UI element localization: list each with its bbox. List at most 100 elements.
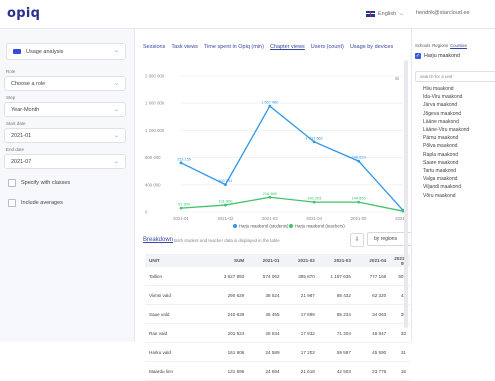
breakdown-title[interactable]: Breakdown — [143, 237, 173, 243]
list-item[interactable]: Viljandi maakond — [423, 183, 469, 191]
role-select[interactable]: Choose a role ⌄ — [4, 76, 126, 91]
data-point[interactable] — [268, 195, 272, 199]
user-menu[interactable]: hendrik@starcloud.ee — [416, 10, 470, 16]
table-header-row: UNITSUM2021-012021-022021-032021-042021-… — [145, 254, 410, 267]
breakdown-table: UNITSUM2021-012021-022021-032021-042021-… — [145, 254, 410, 381]
tab-sessions[interactable]: Sessions — [143, 44, 165, 50]
selected-unit-checkbox[interactable]: ✓ Harju maakond — [415, 53, 460, 59]
x-tick-label: 2021-03 — [262, 216, 278, 221]
tab-users-count[interactable]: Users (count) — [311, 44, 344, 50]
tab-task-views[interactable]: Task views — [171, 44, 198, 50]
table-row[interactable]: Harku vald 161 906 24 589 17 202 59 597 45 59… — [145, 342, 410, 362]
list-item[interactable]: Lääne maakond — [423, 118, 469, 126]
value-cell: 62 320 — [354, 285, 391, 305]
value-cell: 161 906 — [212, 342, 249, 362]
y-tick-label: 0 — [145, 210, 148, 215]
tab-time-spent-in-opiq-min[interactable]: Time spent in Opiq (min) — [204, 44, 264, 50]
value-cell: 46 847 — [354, 323, 391, 343]
start-date-select[interactable]: 2021-01 ⌄ — [4, 128, 126, 143]
chart-menu-icon[interactable]: ≡ — [394, 75, 399, 82]
list-item[interactable]: Põlva maakond — [423, 142, 469, 150]
data-point[interactable] — [312, 200, 316, 204]
column-header[interactable]: 2021-03 — [318, 254, 355, 267]
opiq-logo[interactable]: opiq — [7, 6, 40, 21]
list-item[interactable]: Pärnu maakond — [423, 134, 469, 142]
list-item[interactable]: Võru maakond — [423, 192, 469, 200]
step-select-value: Year-Month — [11, 106, 40, 113]
value-cell: 59 597 — [318, 342, 355, 362]
data-point[interactable] — [179, 161, 183, 165]
unit-name-cell: Tallinn — [145, 267, 213, 286]
chevron-down-icon: ⌄ — [113, 81, 119, 87]
tab-usage-by-devices[interactable]: Usage by devices — [350, 44, 393, 50]
column-header[interactable]: SUM — [212, 254, 249, 267]
data-point[interactable] — [224, 203, 227, 207]
table-row[interactable]: Maardu linn 131 595 24 694 21 618 42 503 23 7… — [145, 361, 410, 381]
tab-chapter-views[interactable]: Chapter views — [270, 44, 305, 50]
data-point[interactable] — [312, 140, 316, 144]
data-point[interactable] — [268, 104, 272, 108]
unit-name-cell: Harku vald — [145, 342, 213, 362]
role-select-value: Choose a role — [11, 80, 46, 87]
checkbox-box — [8, 199, 16, 207]
column-header[interactable]: 2021-04 — [354, 254, 391, 267]
list-item[interactable]: Rapla maakond — [423, 151, 469, 159]
data-point[interactable] — [224, 183, 227, 186]
value-cell: 71 204 — [318, 323, 355, 343]
data-label: 402 951 — [218, 178, 232, 183]
end-date-value: 2021-07 — [11, 158, 32, 165]
x-tick-label: 2021-01 — [173, 216, 189, 221]
list-item[interactable]: Valga maakond — [423, 175, 469, 183]
value-cell: 17 202 — [283, 342, 319, 362]
list-item[interactable]: Hiiu maakond — [423, 85, 469, 93]
unit-tab-regions[interactable]: Regions — [432, 43, 448, 48]
legend-label[interactable]: Harju maakond (teachers) — [295, 224, 345, 229]
unit-type-tabs: Schools Regions Counties — [415, 43, 469, 48]
unit-tab-schools[interactable]: Schools — [415, 43, 430, 48]
legend-label[interactable]: Harju maakond (students) — [239, 224, 289, 229]
table-row[interactable]: Tallinn 3 627 993 574 062 395 870 1 197 635 7… — [145, 267, 410, 286]
unit-tab-counties[interactable]: Counties — [450, 43, 467, 48]
value-cell: 34 063 — [354, 304, 391, 324]
vertical-scrollbar[interactable] — [404, 60, 408, 328]
data-point[interactable] — [357, 159, 360, 163]
metric-tabs: Sessions Task views Time spent in Opiq (mi… — [143, 44, 393, 50]
list-item[interactable]: Järva maakond — [423, 101, 469, 109]
unit-list: Hiiu maakond Ida-Viru maakond Järva maakon… — [423, 85, 469, 200]
analysis-select[interactable]: Usage analysis ⌄ — [6, 43, 126, 60]
list-item[interactable]: Jõgeva maakond — [423, 110, 469, 118]
value-cell: 3 627 993 — [212, 267, 249, 286]
list-item[interactable]: Tartu maakond — [423, 167, 469, 175]
unit-search-input[interactable]: search for a unit — [415, 71, 495, 82]
table-row[interactable]: Rae vald 201 524 28 534 17 832 71 204 46 847 3… — [145, 323, 410, 343]
value-cell: 38 524 — [248, 285, 284, 305]
value-cell: 18 — [390, 361, 410, 381]
specify-classes-checkbox[interactable]: Specify with classes — [8, 179, 70, 187]
end-date-select[interactable]: 2021-07 ⌄ — [4, 154, 126, 169]
specify-classes-label: Specify with classes — [21, 180, 71, 186]
table-row[interactable]: Saue vald 240 639 35 455 17 899 85 234 34 063… — [145, 304, 410, 324]
top-bar: opiq English ⌄ hendrik@starcloud.ee — [0, 0, 495, 29]
download-icon[interactable]: ⇩ — [350, 233, 364, 247]
column-header[interactable]: 2021-02 — [283, 254, 319, 267]
column-header[interactable]: UNIT — [145, 254, 213, 267]
list-item[interactable]: Ida-Viru maakond — [423, 93, 469, 101]
chevron-down-icon: ⌄ — [113, 133, 119, 139]
value-cell: 45 590 — [354, 342, 391, 362]
include-averages-checkbox[interactable]: Include averages — [8, 199, 63, 207]
value-cell: 777 166 — [354, 267, 391, 286]
step-select[interactable]: Year-Month ⌄ — [4, 102, 126, 117]
data-label: 216 665 — [263, 191, 277, 196]
unit-name-cell: Viimsi vald — [145, 285, 213, 305]
list-item[interactable]: Lääne-Viru maakond — [423, 126, 469, 134]
value-cell: 31 — [390, 342, 410, 362]
data-point[interactable] — [357, 200, 360, 204]
column-header[interactable]: 2021-01 — [248, 254, 284, 267]
value-cell: 290 629 — [212, 285, 249, 305]
unit-filter-panel: Schools Regions Counties ✓ Harju maakond s… — [411, 29, 495, 342]
table-row[interactable]: Viimsi vald 290 629 38 524 21 987 88 432 62 3… — [145, 285, 410, 305]
language-selector[interactable]: English ⌄ — [366, 10, 404, 17]
list-item[interactable]: Saare maakond — [423, 159, 469, 167]
data-point[interactable] — [179, 206, 183, 210]
sidebar-filters: Usage analysis ⌄ Role Choose a role ⌄ St… — [0, 29, 135, 342]
